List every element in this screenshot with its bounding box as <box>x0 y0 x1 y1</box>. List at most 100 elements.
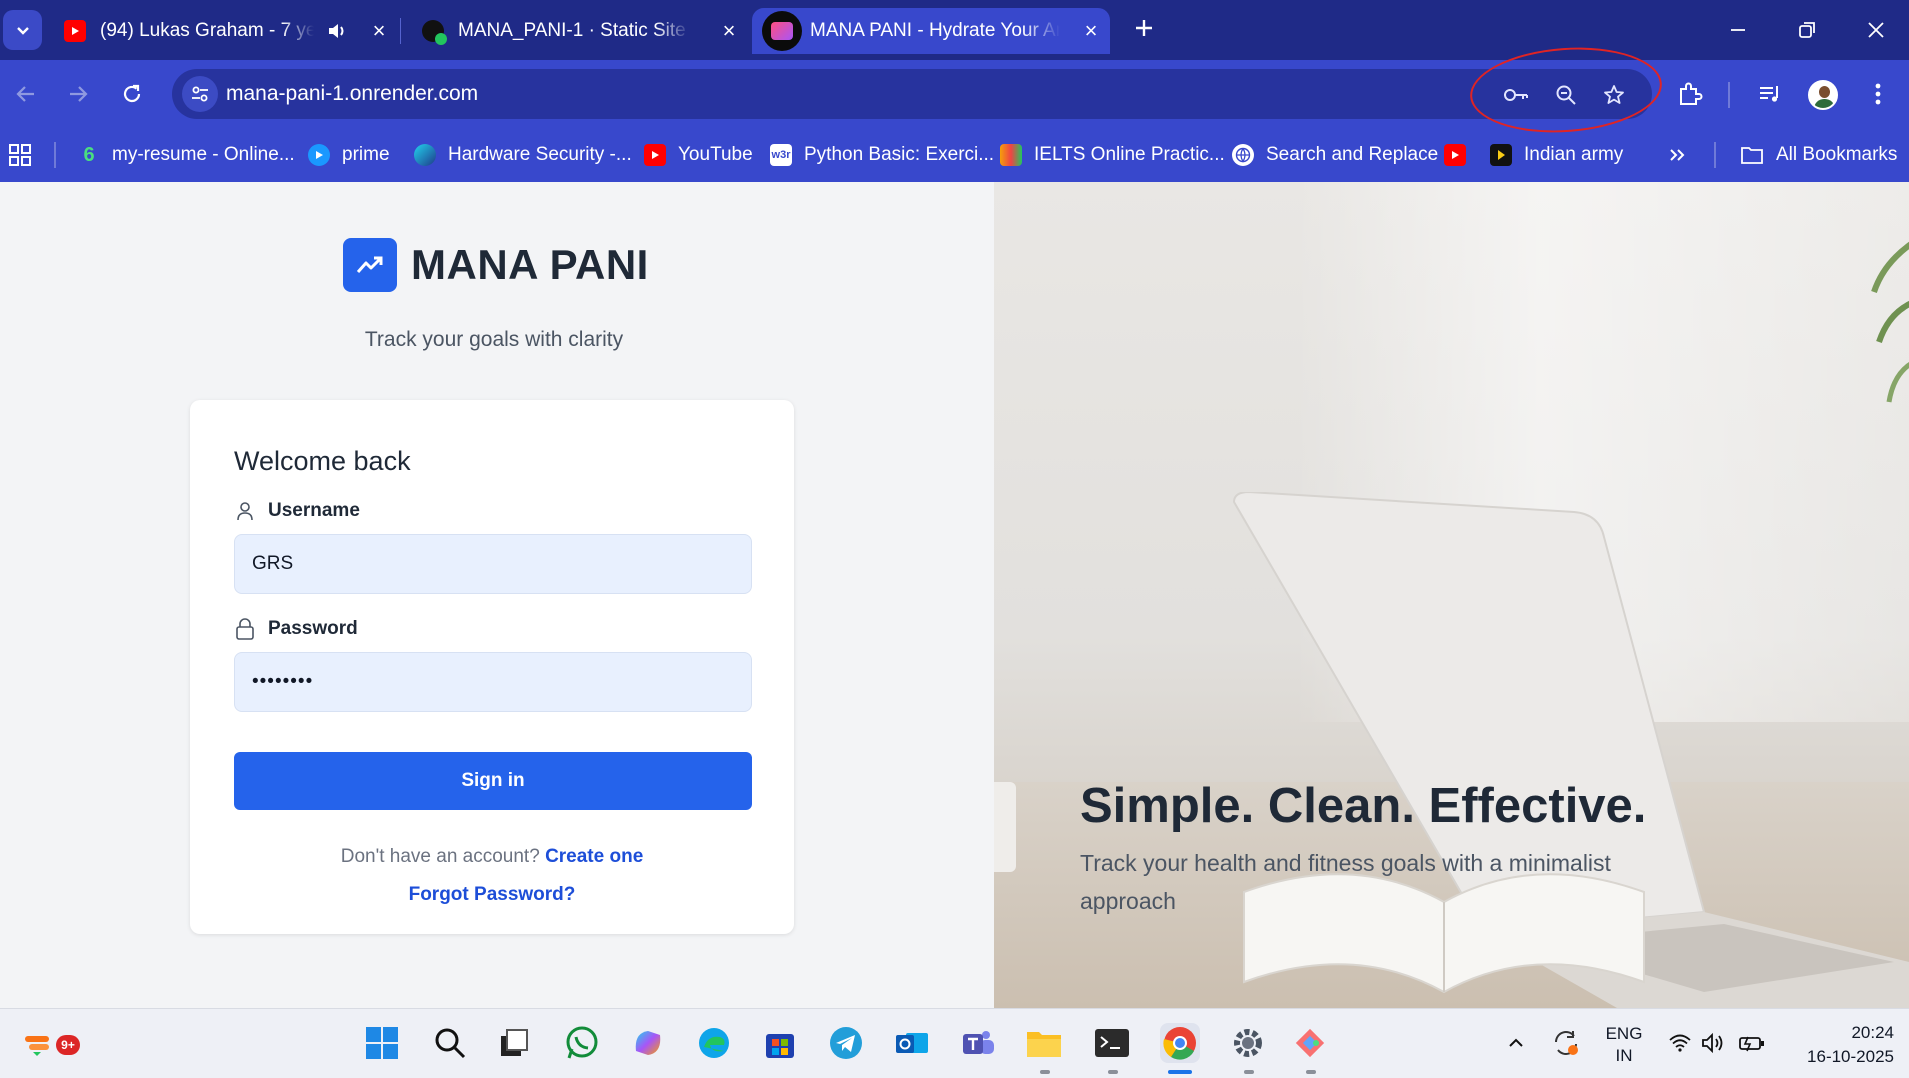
bookmark-ielts[interactable]: IELTS Online Practic... <box>1000 140 1225 170</box>
chrome-button[interactable] <box>1160 1023 1200 1063</box>
more-vert-icon <box>1875 83 1881 105</box>
battery-button[interactable] <box>1732 1023 1772 1063</box>
minimize-button[interactable] <box>1718 10 1758 50</box>
clock[interactable]: 20:24 16-10-2025 <box>1782 1021 1894 1069</box>
forgot-password-link[interactable]: Forgot Password? <box>190 884 794 906</box>
bookmarks-bar: 6 my-resume - Online... prime Hardware S… <box>0 128 1909 182</box>
url-text[interactable]: mana-pani-1.onrender.com <box>226 82 478 106</box>
tab-strip: (94) Lukas Graham - 7 years × MANA_PANI-… <box>0 0 1909 60</box>
search-icon <box>435 1028 466 1059</box>
close-tab-icon[interactable]: × <box>368 18 390 43</box>
outlook-button[interactable] <box>892 1023 932 1063</box>
windows-taskbar: 9+ ENG IN 20:24 16-10-2025 <box>0 1008 1909 1078</box>
close-window-button[interactable] <box>1856 10 1896 50</box>
bookmark-indian-army[interactable]: Indian army <box>1490 140 1623 170</box>
sign-in-button[interactable]: Sign in <box>234 752 752 810</box>
taskbar-search-button[interactable] <box>430 1023 470 1063</box>
tab-search-button[interactable] <box>3 10 42 50</box>
start-button[interactable] <box>362 1023 402 1063</box>
username-input[interactable]: GRS <box>234 534 752 594</box>
tab-title: MANA PANI - Hydrate Your Am <box>810 20 1060 41</box>
youtube-icon <box>1444 144 1466 166</box>
create-account-link[interactable]: Create one <box>545 846 643 867</box>
all-bookmarks-button[interactable]: All Bookmarks <box>1740 140 1897 170</box>
teams-button[interactable] <box>958 1023 998 1063</box>
task-view-icon <box>501 1029 528 1056</box>
task-view-button[interactable] <box>494 1023 534 1063</box>
bookmark-youtube[interactable]: YouTube <box>644 140 753 170</box>
chevron-up-icon <box>1509 1038 1523 1047</box>
terminal-icon <box>1095 1029 1129 1057</box>
close-tab-icon[interactable]: × <box>1080 18 1102 43</box>
site-info-button[interactable] <box>182 76 218 112</box>
swayam-icon <box>414 144 436 166</box>
close-icon <box>1868 22 1884 38</box>
bookmark-label: Hardware Security -... <box>448 144 632 165</box>
plus-icon <box>1136 20 1152 36</box>
tab-title: MANA_PANI-1 · Static Site · Re <box>458 20 690 41</box>
brand-name: MANA PANI <box>411 241 649 288</box>
bookmark-my-resume[interactable]: 6 my-resume - Online... <box>78 140 294 170</box>
edge-button[interactable] <box>694 1023 734 1063</box>
arrow-left-icon <box>16 86 34 102</box>
sync-button[interactable] <box>1546 1023 1586 1063</box>
media-control-button[interactable] <box>1752 76 1788 112</box>
all-bookmarks-label: All Bookmarks <box>1776 144 1898 165</box>
new-tab-button[interactable] <box>1128 12 1160 44</box>
bookmark-python-basic[interactable]: w3r Python Basic: Exerci... <box>770 140 994 170</box>
git-button[interactable] <box>1290 1023 1330 1063</box>
forward-button[interactable] <box>58 74 98 114</box>
file-explorer-button[interactable] <box>1024 1023 1064 1063</box>
tab-youtube[interactable]: (94) Lukas Graham - 7 years × <box>54 8 398 54</box>
prime-video-icon <box>308 144 330 166</box>
bookmark-label: Search and Replace <box>1266 144 1439 165</box>
settings-button[interactable] <box>1228 1023 1268 1063</box>
copilot-button[interactable] <box>628 1023 668 1063</box>
more-bookmarks-button[interactable] <box>1668 140 1686 170</box>
whatsapp-button[interactable] <box>562 1023 602 1063</box>
restore-button[interactable] <box>1787 10 1827 50</box>
tab-render[interactable]: MANA_PANI-1 · Static Site · Re × <box>408 8 748 54</box>
render-icon <box>422 20 447 45</box>
edge-icon <box>699 1028 729 1058</box>
chevron-down-icon <box>16 27 29 35</box>
language-indicator[interactable]: ENG IN <box>1604 1023 1644 1067</box>
toolbar-separator <box>1728 82 1730 108</box>
bookmark-prime[interactable]: prime <box>308 140 390 170</box>
apps-button[interactable] <box>8 140 32 170</box>
close-tab-icon[interactable]: × <box>718 18 740 43</box>
bookmarks-separator <box>54 142 56 168</box>
profile-avatar[interactable] <box>1808 80 1838 110</box>
bookmark-hardware-security[interactable]: Hardware Security -... <box>414 140 632 170</box>
volume-button[interactable] <box>1694 1023 1734 1063</box>
arrow-right-icon <box>70 86 88 102</box>
chrome-icon <box>1163 1027 1196 1060</box>
tab-active[interactable]: MANA PANI - Hydrate Your Am × <box>752 8 1110 54</box>
back-button[interactable] <box>6 74 46 114</box>
login-pane: MANA PANI Track your goals with clarity … <box>0 182 994 1008</box>
password-input[interactable]: •••••••• <box>234 652 752 712</box>
git-icon <box>1295 1028 1325 1058</box>
widgets-button[interactable]: 9+ <box>18 1023 80 1063</box>
address-bar[interactable]: mana-pani-1.onrender.com <box>172 69 1652 119</box>
bookmark-label: prime <box>342 144 390 165</box>
show-hidden-icons-button[interactable] <box>1496 1023 1536 1063</box>
store-button[interactable] <box>760 1023 800 1063</box>
browser-menu-button[interactable] <box>1860 76 1896 112</box>
globe-icon <box>1232 144 1254 166</box>
whatsapp-icon <box>566 1026 598 1059</box>
playlist-icon <box>1760 86 1778 102</box>
minimize-icon <box>1731 29 1745 31</box>
hero-pane: Simple. Clean. Effective. Track your hea… <box>994 182 1909 1008</box>
terminal-button[interactable] <box>1092 1023 1132 1063</box>
telegram-button[interactable] <box>826 1023 866 1063</box>
bookmark-youtube-2[interactable] <box>1444 140 1466 170</box>
user-icon <box>234 500 256 522</box>
speaker-icon <box>326 20 348 48</box>
extensions-button[interactable] <box>1672 76 1708 112</box>
reload-button[interactable] <box>112 74 152 114</box>
running-indicator <box>1306 1070 1316 1074</box>
bookmark-label: Python Basic: Exerci... <box>804 144 995 165</box>
bookmark-search-replace[interactable]: Search and Replace <box>1232 140 1438 170</box>
bookmark-label: YouTube <box>678 144 753 165</box>
